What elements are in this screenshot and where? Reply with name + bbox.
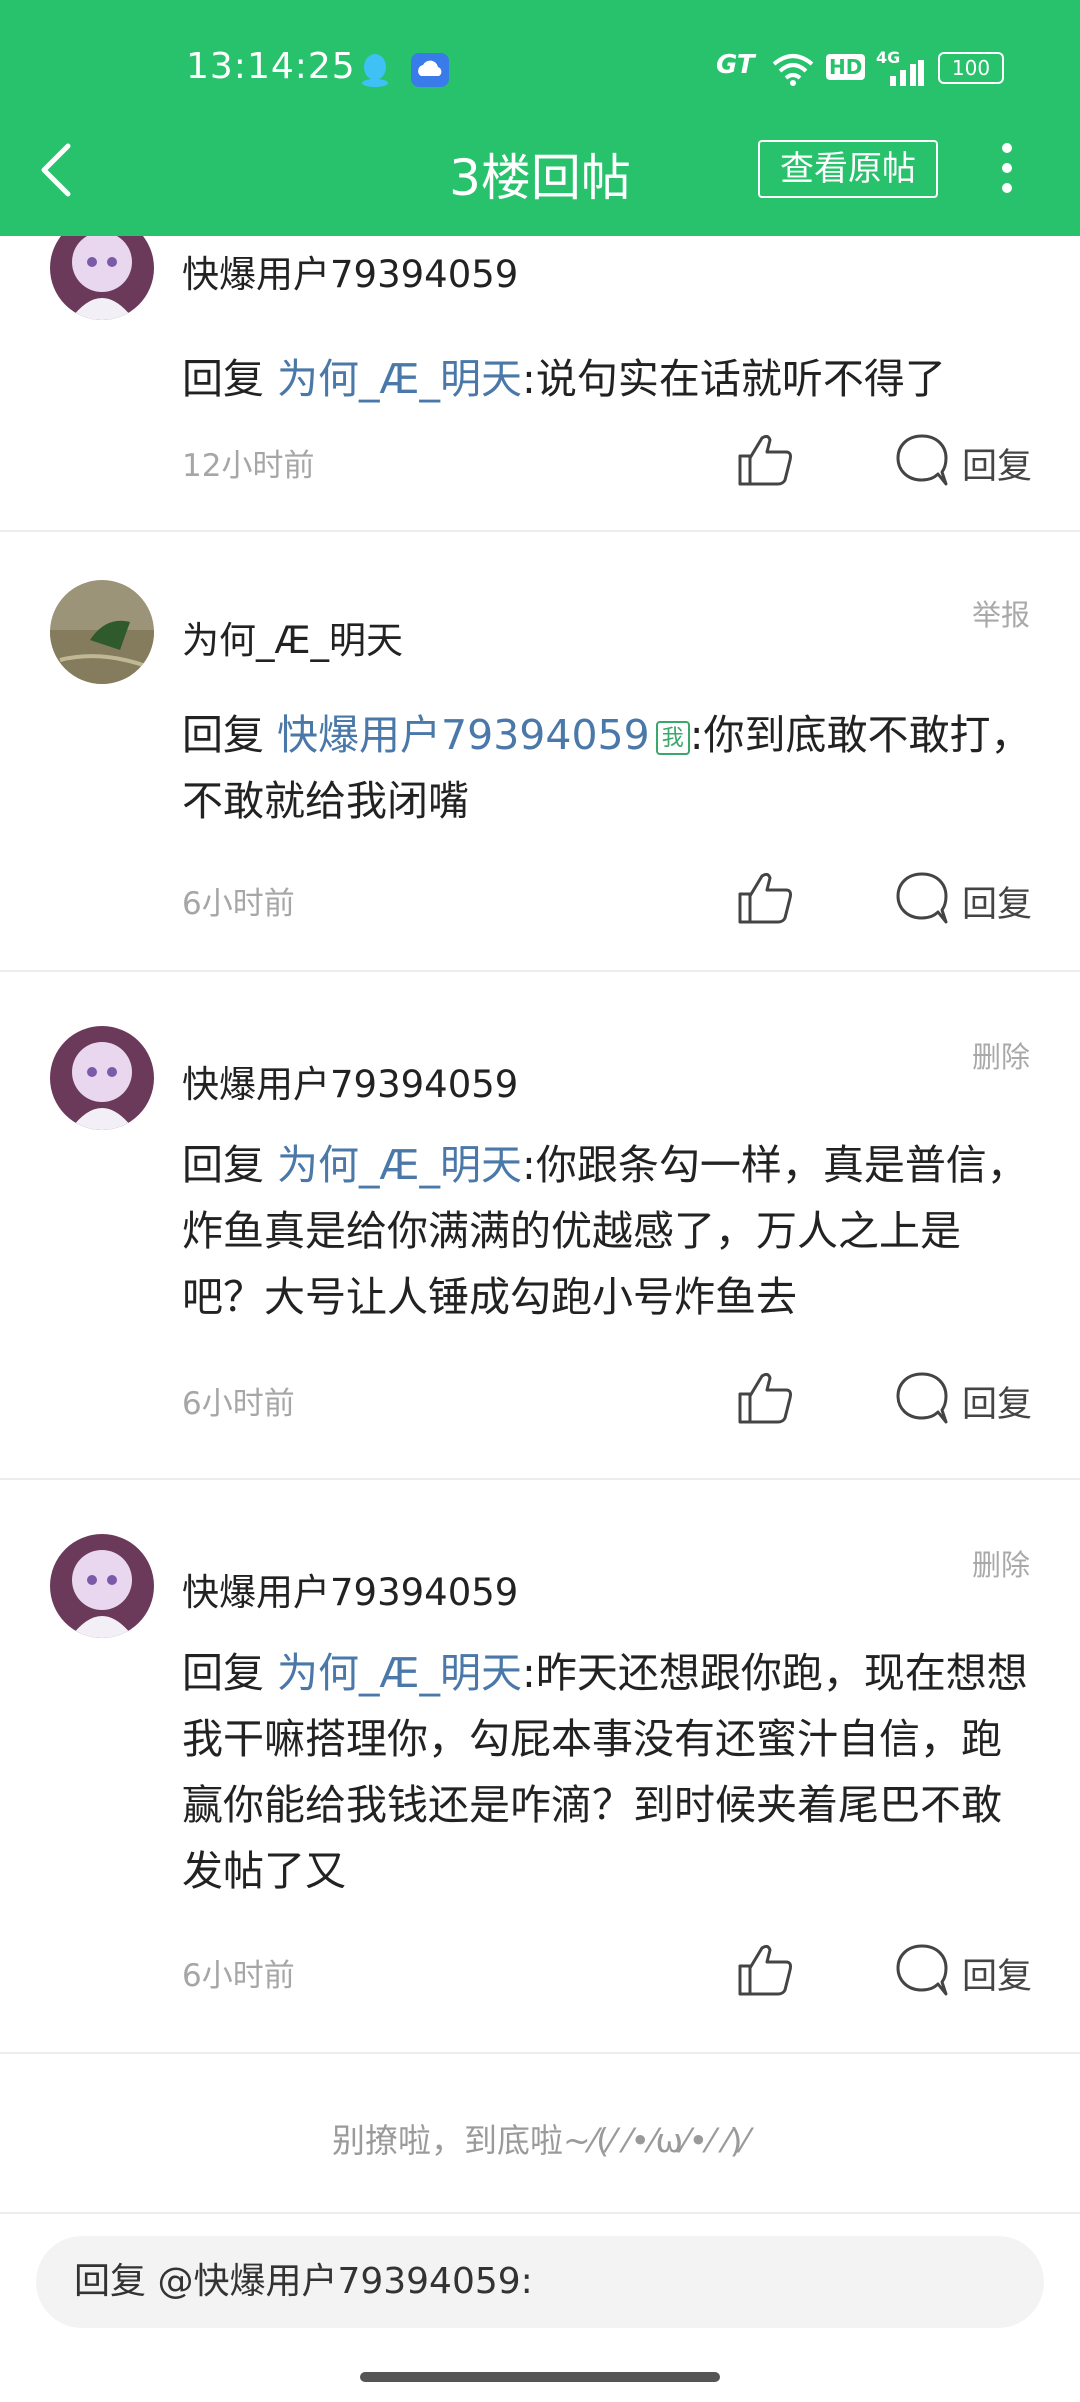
reply-button[interactable] (894, 1942, 950, 1998)
mention-link[interactable]: 为何_Æ_明天 (277, 355, 522, 403)
home-indicator[interactable] (360, 2372, 720, 2382)
username[interactable]: 快爆用户79394059 (182, 1054, 518, 1108)
thumbs-up-icon (738, 1372, 792, 1424)
signal-icon (876, 60, 924, 90)
list-item: 为何_Æ_明天 举报 回复 快爆用户79394059 我:你到底敢不敢打，不敢就给… (0, 532, 1080, 972)
more-vertical-icon (1002, 143, 1012, 193)
reply-input[interactable]: 回复 @快爆用户79394059: (36, 2236, 1044, 2328)
mention-link[interactable]: 为何_Æ_明天 (277, 1141, 522, 1189)
thumbs-up-icon (738, 434, 792, 486)
network-label: GT (716, 50, 755, 80)
like-button[interactable] (736, 432, 794, 488)
list-item: 快爆用户79394059 删除 回复 为何_Æ_明天:昨天还想跟你跑，现在想想我… (0, 1480, 1080, 2054)
username[interactable]: 快爆用户79394059 (182, 1562, 518, 1616)
reply-label[interactable]: 回复 (962, 438, 1032, 489)
reply-bar: 回复 @快爆用户79394059: (0, 2212, 1080, 2402)
qq-notification-icon (358, 52, 392, 92)
thumbs-up-icon (738, 872, 792, 924)
reply-body: 回复 为何_Æ_明天:说句实在话就听不得了 (182, 346, 1032, 412)
view-original-button[interactable]: 查看原帖 (758, 140, 938, 198)
timestamp: 6小时前 (182, 886, 295, 922)
mention-link[interactable]: 为何_Æ_明天 (277, 1649, 522, 1697)
mention-link[interactable]: 快爆用户79394059 (277, 711, 650, 759)
reply-body: 回复 为何_Æ_明天:昨天还想跟你跑，现在想想我干嘛搭理你，勾屁本事没有还蜜汁自… (182, 1640, 1032, 1904)
status-time: 13:14:25 (186, 46, 356, 87)
timestamp: 6小时前 (182, 1386, 295, 1422)
list-item: 快爆用户79394059 删除 回复 为何_Æ_明天:说句实在话就听不得了 12… (0, 236, 1080, 526)
more-options-button[interactable] (990, 136, 1024, 200)
reply-label[interactable]: 回复 (962, 1948, 1032, 1999)
wifi-icon (772, 52, 814, 90)
battery-level: 100 (938, 52, 1004, 84)
reply-button[interactable] (894, 432, 950, 488)
delete-link[interactable]: 删除 (972, 1034, 1030, 1076)
hd-badge: HD (826, 54, 866, 80)
comment-bubble-icon (896, 872, 948, 924)
report-link[interactable]: 举报 (972, 592, 1030, 634)
avatar[interactable] (50, 236, 154, 320)
reply-label[interactable]: 回复 (962, 876, 1032, 927)
delete-link[interactable]: 删除 (972, 1542, 1030, 1584)
me-badge: 我 (655, 721, 690, 755)
divider (0, 2052, 1080, 2054)
timestamp: 12小时前 (182, 448, 315, 484)
nav-bar: 3楼回帖 查看原帖 (0, 120, 1080, 220)
reply-prefix: 回复 (182, 711, 264, 759)
reply-prefix: 回复 (182, 1649, 264, 1697)
reply-button[interactable] (894, 1370, 950, 1426)
app-header: 13:14:25 GT HD 4G 100 3楼回帖 查看原帖 (0, 0, 1080, 236)
reply-label[interactable]: 回复 (962, 1376, 1032, 1427)
reply-prefix: 回复 (182, 355, 264, 403)
thumbs-up-icon (738, 1944, 792, 1996)
reply-text: :说句实在话就听不得了 (522, 355, 946, 403)
battery-icon: 100 (938, 52, 1004, 84)
status-bar: 13:14:25 GT HD 4G 100 (0, 40, 1080, 100)
reply-body: 回复 快爆用户79394059 我:你到底敢不敢打，不敢就给我闭嘴 (182, 702, 1032, 834)
avatar[interactable] (50, 1026, 154, 1130)
comment-bubble-icon (896, 1944, 948, 1996)
comment-bubble-icon (896, 1372, 948, 1424)
avatar[interactable] (50, 1534, 154, 1638)
comment-bubble-icon (896, 434, 948, 486)
reply-list: 快爆用户79394059 删除 回复 为何_Æ_明天:说句实在话就听不得了 12… (0, 236, 1080, 2216)
like-button[interactable] (736, 870, 794, 926)
list-item: 快爆用户79394059 删除 回复 为何_Æ_明天:你跟条勾一样，真是普信，炸… (0, 972, 1080, 1480)
reply-prefix: 回复 (182, 1141, 264, 1189)
timestamp: 6小时前 (182, 1958, 295, 1994)
like-button[interactable] (736, 1370, 794, 1426)
reply-button[interactable] (894, 870, 950, 926)
like-button[interactable] (736, 1942, 794, 1998)
avatar[interactable] (50, 580, 154, 684)
cloud-notification-icon (410, 52, 450, 92)
username[interactable]: 为何_Æ_明天 (182, 610, 403, 664)
username[interactable]: 快爆用户79394059 (182, 244, 518, 298)
end-of-list-message: 别撩啦，到底啦~⁄(⁄ ⁄•⁄ω⁄•⁄ ⁄)⁄ (331, 2121, 749, 2160)
reply-body: 回复 为何_Æ_明天:你跟条勾一样，真是普信，炸鱼真是给你满满的优越感了，万人之… (182, 1132, 1032, 1330)
